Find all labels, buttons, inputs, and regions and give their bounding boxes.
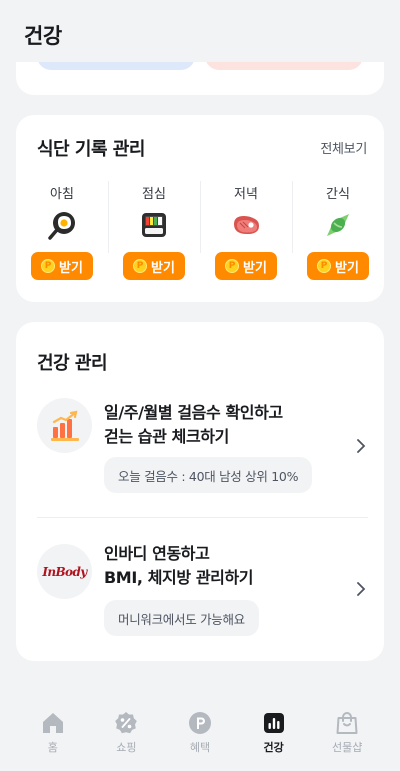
- meal-snack[interactable]: 간식 P 받기: [292, 181, 384, 281]
- nav-label-home: 홈: [47, 741, 58, 754]
- bento-box-icon: [142, 213, 166, 237]
- meal-label-breakfast: 아침: [50, 187, 74, 202]
- health-management-card: 건강 관리 일/주/월별 걸음수 확인하고 걷는 습관 체크하기 오늘 걸음수 …: [16, 322, 384, 661]
- view-all-link[interactable]: 전체보기: [320, 138, 367, 157]
- meal-record-card: 식단 기록 관리 전체보기 아침 P 받기 점심 P 받기 저녁 P 받기 간식…: [16, 115, 384, 302]
- steps-line2: 걷는 습관 체크하기: [104, 427, 229, 446]
- item-divider: [37, 517, 368, 518]
- meal-label-lunch: 점심: [142, 187, 166, 202]
- inbody-logo: InBody: [42, 564, 87, 579]
- point-coin-icon: P: [133, 259, 148, 273]
- steps-status-chip: 오늘 걸음수 : 40대 남성 상위 10%: [104, 457, 313, 493]
- nav-home[interactable]: 홈: [19, 700, 87, 771]
- steak-icon: [234, 216, 259, 234]
- inbody-info-chip: 머니워크에서도 가능해요: [104, 600, 259, 636]
- percent-badge-icon: [115, 712, 138, 734]
- chevron-right-icon[interactable]: [354, 582, 368, 596]
- point-coin-icon: P: [317, 259, 332, 273]
- inbody-line2: BMI, 체지방 관리하기: [104, 568, 254, 587]
- steps-tracking-item[interactable]: 일/주/월별 걸음수 확인하고 걷는 습관 체크하기 오늘 걸음수 : 40대 …: [16, 397, 384, 507]
- inbody-avatar: InBody: [37, 544, 92, 599]
- bar-chart-growth-icon: [50, 410, 79, 441]
- reward-button-label: 받기: [59, 260, 83, 276]
- page-header: 건강: [0, 0, 400, 62]
- reward-button-label: 받기: [151, 260, 175, 276]
- steps-line1: 일/주/월별 걸음수 확인하고: [104, 403, 283, 422]
- candy-icon: [327, 214, 349, 236]
- steps-avatar: [37, 398, 92, 453]
- fried-egg-pan-icon: [48, 212, 75, 240]
- inbody-description: 인바디 연동하고 BMI, 체지방 관리하기: [104, 542, 254, 590]
- nav-shopping[interactable]: 쇼핑: [92, 700, 160, 771]
- meal-lunch[interactable]: 점심 P 받기: [108, 181, 200, 281]
- dinner-reward-button[interactable]: P 받기: [215, 252, 277, 280]
- nav-health[interactable]: 건강: [240, 700, 308, 771]
- point-coin-icon: [188, 712, 211, 734]
- page-title: 건강: [24, 24, 62, 48]
- point-coin-icon: P: [225, 259, 240, 273]
- nav-label-gift-shop: 선물샵: [331, 741, 363, 754]
- nav-gift-shop[interactable]: 선물샵: [313, 700, 381, 771]
- nav-label-health: 건강: [263, 741, 284, 754]
- snack-reward-button[interactable]: P 받기: [307, 252, 369, 280]
- meal-columns: 아침 P 받기 점심 P 받기 저녁 P 받기 간식 P 받기: [16, 181, 384, 281]
- nav-label-benefits: 혜택: [189, 741, 211, 754]
- meal-breakfast[interactable]: 아침 P 받기: [16, 181, 108, 281]
- shopping-bag-icon: [336, 712, 358, 734]
- home-icon: [42, 713, 63, 733]
- nav-benefits[interactable]: 혜택: [166, 700, 234, 771]
- lunch-reward-button[interactable]: P 받기: [123, 252, 185, 280]
- steps-description: 일/주/월별 걸음수 확인하고 걷는 습관 체크하기: [104, 401, 283, 449]
- chevron-right-icon[interactable]: [354, 439, 368, 453]
- reward-button-label: 받기: [335, 260, 359, 276]
- inbody-line1: 인바디 연동하고: [104, 544, 210, 563]
- breakfast-reward-button[interactable]: P 받기: [31, 252, 93, 280]
- point-coin-icon: P: [41, 259, 56, 273]
- bottom-navigation: 홈 쇼핑 혜택 건강 선물샵: [0, 700, 400, 771]
- meal-card-title: 식단 기록 관리: [37, 139, 145, 160]
- meal-label-snack: 간식: [326, 187, 350, 202]
- meal-dinner[interactable]: 저녁 P 받기: [200, 181, 292, 281]
- inbody-integration-item[interactable]: InBody 인바디 연동하고 BMI, 체지방 관리하기 머니워크에서도 가능…: [16, 540, 384, 640]
- meal-label-dinner: 저녁: [234, 187, 258, 202]
- bar-chart-icon: [263, 713, 284, 733]
- health-card-title: 건강 관리: [37, 353, 108, 374]
- nav-label-shopping: 쇼핑: [116, 741, 137, 754]
- reward-button-label: 받기: [243, 260, 267, 276]
